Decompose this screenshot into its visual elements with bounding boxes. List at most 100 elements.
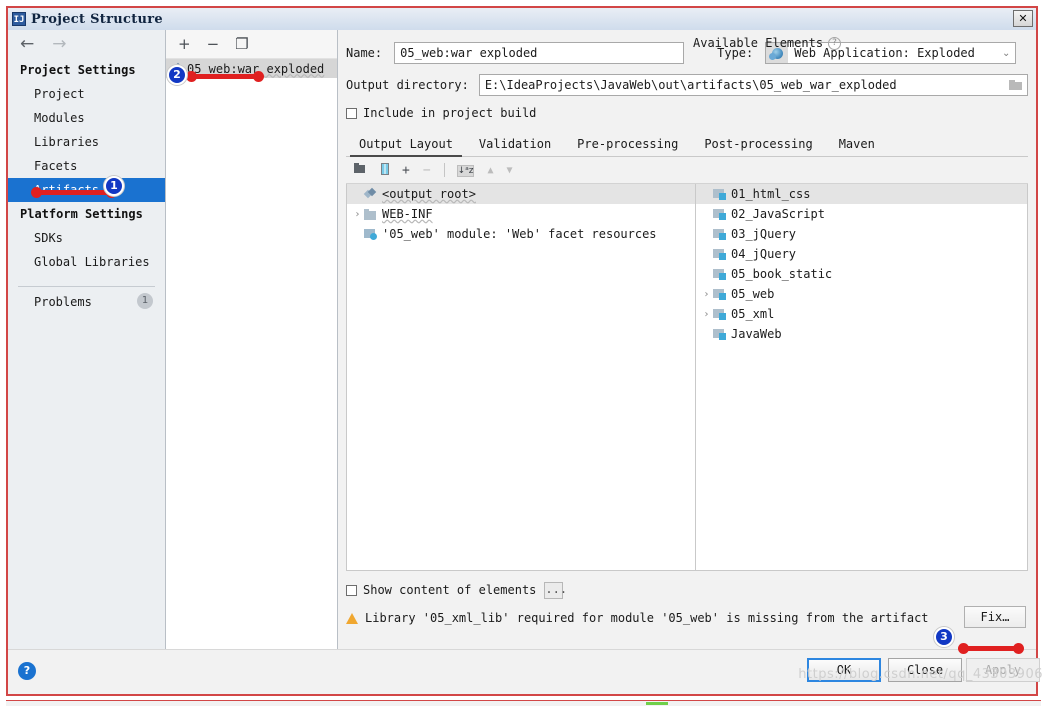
tab-pre-processing[interactable]: Pre-processing (564, 137, 691, 156)
artifact-detail-pane: Name: 05_web:war exploded Type: Web Appl… (338, 30, 1036, 650)
help-icon[interactable]: ? (18, 662, 36, 680)
list-item[interactable]: › 05_web (696, 284, 1027, 304)
list-item-label: JavaWeb (731, 327, 782, 341)
sidebar-item-modules[interactable]: Modules (8, 106, 165, 130)
tree-row-label: <output root> (382, 187, 476, 201)
list-item[interactable]: 04_jQuery (696, 244, 1027, 264)
close-icon[interactable]: ✕ (1013, 10, 1033, 27)
apply-button[interactable]: Apply (966, 658, 1040, 682)
layout-toolbar: + − ↓ᵃz ▲ ▼ Available Elements ? (346, 157, 1028, 184)
folder-icon (364, 209, 378, 220)
list-item-label: 01_html_css (731, 187, 810, 201)
module-icon (713, 288, 727, 300)
copy-artifact-button[interactable]: ❐ (235, 37, 248, 52)
available-elements-header: Available Elements ? (693, 30, 841, 56)
tab-post-processing[interactable]: Post-processing (691, 137, 825, 156)
show-content-of-elements-checkbox[interactable] (346, 585, 357, 596)
output-directory-input[interactable]: E:\IdeaProjects\JavaWeb\out\artifacts\05… (479, 74, 1028, 96)
sidebar-item-global-libraries[interactable]: Global Libraries (8, 250, 165, 274)
help-icon[interactable]: ? (828, 37, 841, 50)
sidebar-item-libraries[interactable]: Libraries (8, 130, 165, 154)
list-item-label: 05_xml (731, 307, 774, 321)
include-in-project-build-checkbox[interactable] (346, 108, 357, 119)
artifact-name-input[interactable]: 05_web:war exploded (394, 42, 684, 64)
problems-label: Problems (34, 295, 92, 309)
module-icon (713, 228, 727, 240)
artifact-list-item[interactable]: 05_web:war exploded (166, 59, 337, 78)
artifacts-panel: + − ❐ 05_web:war exploded (166, 30, 338, 650)
artifact-icon (171, 63, 183, 75)
include-in-build-row: Include in project build (346, 100, 1028, 126)
add-element-button[interactable]: + (402, 164, 410, 177)
browse-folder-icon[interactable] (1003, 75, 1027, 95)
module-icon (713, 188, 727, 200)
tab-output-layout[interactable]: Output Layout (346, 137, 466, 156)
list-item-label: 05_web (731, 287, 774, 301)
output-root-icon (364, 188, 378, 200)
artifact-list-item-label: 05_web:war exploded (187, 62, 324, 76)
tree-row-web-inf[interactable]: › WEB-INF (347, 204, 695, 224)
more-options-button[interactable]: ... (544, 582, 563, 599)
list-item[interactable]: 03_jQuery (696, 224, 1027, 244)
warning-icon (346, 613, 358, 624)
dialog-footer: ? OK Close Apply (8, 649, 1036, 694)
module-icon (713, 308, 727, 320)
name-label: Name: (346, 46, 382, 60)
list-item-label: 04_jQuery (731, 247, 796, 261)
title-bar: IJ Project Structure ✕ (8, 8, 1036, 31)
output-directory-label: Output directory: (346, 78, 469, 92)
detail-tabs: Output Layout Validation Pre-processing … (346, 130, 1028, 157)
artifacts-toolbar: + − ❐ (166, 30, 337, 59)
tree-row-label: WEB-INF (382, 207, 433, 221)
list-item[interactable]: JavaWeb (696, 324, 1027, 344)
list-item-label: 03_jQuery (731, 227, 796, 241)
tree-expander-icon[interactable]: › (351, 209, 364, 220)
tree-row-output-root[interactable]: <output root> (347, 184, 695, 204)
tab-maven[interactable]: Maven (826, 137, 888, 156)
module-icon (713, 248, 727, 260)
layout-lists: <output root> › WEB-INF '05_web' module:… (346, 184, 1028, 571)
show-content-row: Show content of elements ... (346, 576, 1028, 604)
sidebar-item-project[interactable]: Project (8, 82, 165, 106)
create-archive-icon[interactable] (381, 163, 389, 178)
close-button[interactable]: Close (888, 658, 962, 682)
forward-arrow-icon[interactable]: → (52, 36, 66, 53)
tab-validation[interactable]: Validation (466, 137, 564, 156)
fix-button[interactable]: Fix… (964, 606, 1026, 628)
sidebar-item-facets[interactable]: Facets (8, 154, 165, 178)
sidebar-group-project-settings: Project Settings (8, 58, 165, 82)
remove-element-button[interactable]: − (423, 164, 431, 177)
window-title: Project Structure (31, 12, 163, 27)
create-directory-icon[interactable] (354, 163, 368, 177)
module-facet-icon (364, 228, 378, 240)
name-type-row: Name: 05_web:war exploded Type: Web Appl… (346, 30, 1028, 70)
remove-artifact-button[interactable]: − (207, 37, 220, 52)
list-item[interactable]: 02_JavaScript (696, 204, 1027, 224)
list-item-label: 05_book_static (731, 267, 832, 281)
settings-sidebar: ← → Project Settings Project Modules Lib… (8, 30, 166, 650)
list-expander-icon[interactable]: › (700, 309, 713, 320)
move-down-icon[interactable]: ▼ (506, 164, 512, 177)
available-elements-label: Available Elements (693, 30, 823, 56)
back-arrow-icon[interactable]: ← (20, 36, 34, 53)
list-item[interactable]: 05_book_static (696, 264, 1027, 284)
list-item[interactable]: › 05_xml (696, 304, 1027, 324)
warning-message: Library '05_xml_lib' required for module… (365, 611, 929, 625)
sidebar-item-artifacts[interactable]: Artifacts (8, 178, 165, 202)
tree-row-module-facet[interactable]: '05_web' module: 'Web' facet resources (347, 224, 695, 244)
toolbar-separator (444, 163, 445, 177)
chevron-down-icon: ⌄ (997, 48, 1015, 59)
app-icon: IJ (12, 12, 26, 26)
sort-alphabetically-icon[interactable]: ↓ᵃz (457, 163, 475, 178)
list-item[interactable]: 01_html_css (696, 184, 1027, 204)
ok-button[interactable]: OK (807, 658, 881, 682)
window-bottom-edge (6, 700, 1041, 706)
dialog-body: ← → Project Settings Project Modules Lib… (8, 30, 1036, 694)
sidebar-item-problems[interactable]: Problems 1 (8, 287, 165, 314)
list-item-label: 02_JavaScript (731, 207, 825, 221)
move-up-icon[interactable]: ▲ (487, 164, 493, 177)
module-icon (713, 208, 727, 220)
add-artifact-button[interactable]: + (178, 37, 191, 52)
sidebar-item-sdks[interactable]: SDKs (8, 226, 165, 250)
list-expander-icon[interactable]: › (700, 289, 713, 300)
